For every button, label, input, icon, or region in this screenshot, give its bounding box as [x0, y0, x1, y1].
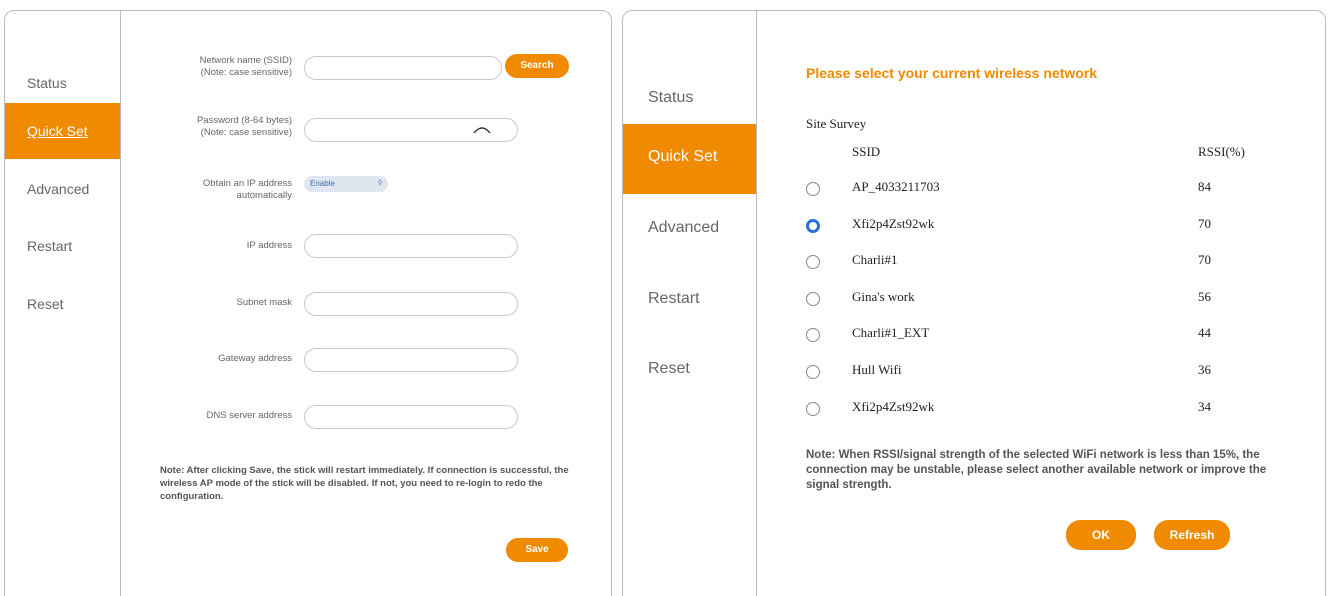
nav-item-advanced[interactable]: Advanced: [5, 161, 120, 217]
network-row[interactable]: Xfi2p4Zst92wk 70: [800, 208, 1260, 244]
site-survey-title: Site Survey: [806, 116, 867, 131]
nav-label: Reset: [648, 360, 690, 377]
nav-label: Advanced: [27, 181, 90, 197]
network-row[interactable]: Xfi2p4Zst92wk 34: [800, 391, 1260, 427]
network-rssi: 84: [1198, 179, 1211, 194]
left-sidebar: Status Quick Set Advanced Restart Reset: [5, 11, 121, 596]
network-ssid: Gina's work: [852, 288, 915, 304]
network-ssid: Charli#1: [852, 252, 898, 268]
network-ssid: Xfi2p4Zst92wk: [852, 398, 935, 414]
obtain-ip-label: Obtain an IP address automatically: [202, 178, 292, 201]
nav-label: Restart: [648, 290, 700, 307]
ip-address-input[interactable]: [304, 234, 518, 258]
network-row[interactable]: Charli#1 70: [800, 244, 1260, 280]
network-radio[interactable]: [806, 182, 820, 196]
nav-label: Advanced: [648, 219, 720, 236]
search-button[interactable]: Search: [505, 54, 569, 78]
password-label: Password (8-64 bytes) (Note: case sensiti…: [196, 115, 292, 138]
network-row[interactable]: Hull Wifi 36: [800, 354, 1260, 390]
save-button[interactable]: Save: [506, 538, 568, 562]
nav-item-restart[interactable]: Restart: [623, 266, 756, 336]
nav-item-quick-set[interactable]: Quick Set: [623, 124, 756, 194]
nav-item-restart[interactable]: Restart: [5, 218, 120, 274]
nav-label: Status: [648, 89, 694, 106]
right-sidebar: Status Quick Set Advanced Restart Reset: [623, 11, 757, 596]
nav-item-reset[interactable]: Reset: [5, 276, 120, 332]
nav-item-reset[interactable]: Reset: [623, 336, 756, 406]
nav-item-advanced[interactable]: Advanced: [623, 195, 756, 265]
network-radio[interactable]: [806, 218, 820, 233]
obtain-ip-select[interactable]: Enable ◊: [304, 176, 388, 192]
select-value: Enable: [310, 179, 335, 188]
network-rssi: 56: [1198, 288, 1211, 304]
ok-button[interactable]: OK: [1066, 520, 1136, 550]
rssi-column-header: RSSI(%): [1198, 144, 1245, 159]
nav-label: Quick Set: [27, 123, 88, 139]
subnet-mask-label: Subnet mask: [236, 297, 292, 308]
refresh-button[interactable]: Refresh: [1154, 520, 1230, 550]
network-ssid: AP_4033211703: [852, 179, 940, 194]
rssi-note: Note: When RSSI/signal strength of the s…: [806, 449, 1267, 491]
chevron-icon: ◊: [378, 178, 382, 187]
network-row[interactable]: AP_4033211703 84: [800, 171, 1260, 207]
network-rssi: 70: [1198, 252, 1211, 268]
network-row[interactable]: Charli#1_EXT 44: [800, 317, 1260, 353]
eye-icon[interactable]: [473, 124, 491, 134]
ssid-input[interactable]: [304, 56, 502, 80]
gateway-input[interactable]: [304, 348, 518, 372]
ssid-column-header: SSID: [852, 144, 881, 159]
gateway-label: Gateway address: [218, 353, 292, 364]
network-rssi: 44: [1198, 325, 1211, 341]
network-rssi: 34: [1198, 398, 1211, 414]
nav-label: Status: [27, 75, 67, 91]
ip-address-label: IP address: [246, 240, 292, 251]
network-radio[interactable]: [806, 401, 820, 416]
nav-label: Reset: [27, 296, 64, 312]
nav-label: Quick Set: [648, 148, 718, 165]
nav-label: Restart: [27, 238, 73, 254]
network-radio[interactable]: [806, 328, 820, 343]
network-ssid: Hull Wifi: [852, 362, 902, 377]
nav-item-quick-set[interactable]: Quick Set: [5, 103, 120, 159]
ssid-label: Network name (SSID) (Note: case sensitive…: [199, 55, 292, 78]
network-ssid: Charli#1_EXT: [852, 325, 930, 341]
subnet-mask-input[interactable]: [304, 292, 518, 316]
network-rssi: 70: [1198, 215, 1211, 231]
network-radio[interactable]: [806, 365, 820, 379]
dns-label: DNS server address: [206, 410, 292, 421]
network-row[interactable]: Gina's work 56: [800, 281, 1260, 317]
dns-input[interactable]: [304, 405, 518, 429]
network-radio[interactable]: [806, 255, 820, 270]
network-radio[interactable]: [806, 291, 820, 306]
network-ssid: Xfi2p4Zst92wk: [852, 215, 935, 231]
save-note: Note: After clicking Save, the stick wil…: [160, 465, 569, 502]
network-rssi: 36: [1198, 362, 1211, 377]
page-title: Please select your current wireless netw…: [806, 65, 1098, 81]
